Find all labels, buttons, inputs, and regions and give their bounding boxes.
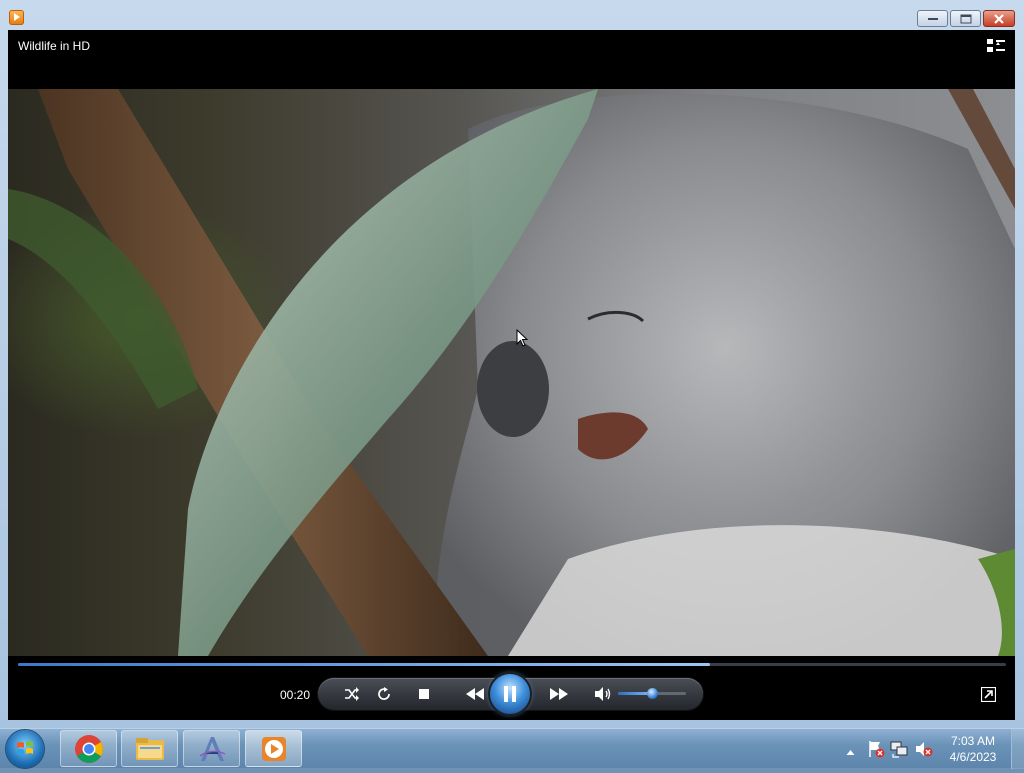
taskbar-chrome-button[interactable] — [60, 730, 117, 767]
stop-button[interactable] — [418, 688, 430, 700]
action-center-flag-icon — [869, 741, 885, 758]
next-icon — [550, 688, 568, 700]
seek-bar[interactable] — [18, 663, 1006, 666]
media-title: Wildlife in HD — [18, 39, 91, 53]
switch-to-library-icon — [987, 39, 1005, 52]
shuffle-button[interactable] — [344, 686, 360, 702]
clock-date: 4/6/2023 — [949, 750, 997, 764]
previous-button[interactable] — [464, 686, 486, 702]
action-center-button[interactable] — [867, 740, 885, 763]
volume-slider-thumb[interactable] — [647, 688, 658, 699]
taskbar-text-editor-button[interactable] — [183, 730, 240, 767]
text-editor-icon — [199, 736, 225, 761]
show-hidden-icons-button[interactable] — [846, 743, 855, 761]
koala-video-image — [8, 89, 1015, 656]
clock-time: 7:03 AM — [950, 734, 996, 748]
stop-icon — [419, 689, 429, 699]
volume-muted-icon — [916, 742, 933, 757]
volume-slider[interactable] — [618, 688, 686, 699]
volume-icon — [595, 687, 611, 701]
media-player-app-icon[interactable] — [9, 10, 24, 25]
seek-bar-progress — [18, 663, 710, 666]
mute-button[interactable] — [594, 686, 612, 702]
chrome-icon — [74, 734, 103, 763]
switch-to-library-button[interactable] — [987, 39, 1005, 58]
start-button[interactable] — [6, 730, 44, 768]
close-icon — [994, 13, 1004, 24]
network-button[interactable] — [890, 740, 908, 763]
network-icon — [890, 741, 908, 758]
show-hidden-icons-icon — [846, 750, 855, 755]
media-player-window: Wildlife in HD 00:20 — [0, 0, 1024, 728]
video-frame[interactable] — [8, 89, 1015, 656]
volume-tray-button[interactable] — [915, 740, 933, 763]
taskbar-file-explorer-button[interactable] — [121, 730, 178, 767]
taskbar-media-player-button[interactable] — [245, 730, 302, 767]
repeat-icon — [378, 687, 390, 700]
media-player-icon — [261, 736, 286, 761]
close-button[interactable] — [983, 10, 1015, 27]
restore-icon — [960, 14, 971, 23]
windows-logo-icon — [17, 741, 33, 755]
title-bar[interactable] — [0, 0, 1024, 30]
taskbar: 7:03 AM 4/6/2023 — [0, 728, 1024, 769]
next-button[interactable] — [548, 686, 570, 702]
show-desktop-button[interactable] — [1011, 729, 1024, 769]
minimize-icon — [927, 17, 938, 20]
pause-button[interactable] — [490, 674, 530, 714]
playback-controls: 00:20 — [8, 656, 1015, 720]
elapsed-time: 00:20 — [280, 688, 311, 702]
mouse-cursor-icon — [516, 329, 528, 347]
now-playing-area: Wildlife in HD 00:20 — [8, 30, 1015, 720]
file-explorer-icon — [135, 737, 164, 760]
fullscreen-button[interactable] — [980, 686, 997, 707]
repeat-button[interactable] — [376, 686, 392, 702]
system-clock[interactable]: 7:03 AM 4/6/2023 — [946, 733, 1000, 765]
pause-icon — [504, 686, 516, 702]
previous-icon — [466, 688, 484, 700]
maximize-button[interactable] — [950, 10, 981, 27]
minimize-button[interactable] — [917, 10, 948, 27]
fullscreen-icon — [980, 686, 997, 703]
shuffle-icon — [345, 687, 359, 701]
